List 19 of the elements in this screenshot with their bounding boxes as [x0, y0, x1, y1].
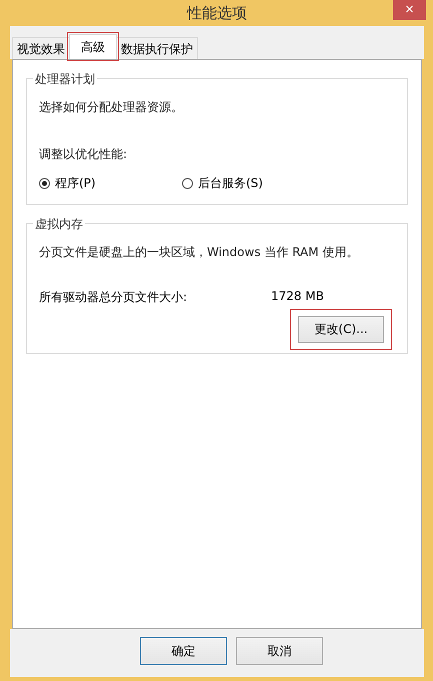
dialog-button[interactable]: 确定 — [140, 637, 227, 665]
tab[interactable]: 视觉效果 — [12, 37, 70, 59]
dialog-button[interactable]: 取消 — [236, 637, 323, 665]
radio-icon[interactable] — [182, 178, 193, 189]
close-button[interactable]: × — [393, 0, 426, 20]
description-text: 分页文件是硬盘上的一块区域，Windows 当作 RAM 使用。 — [39, 244, 360, 261]
size-value: 1728 MB — [271, 289, 324, 305]
size-label: 所有驱动器总分页文件大小: — [39, 289, 188, 306]
group-legend: 虚拟内存 — [33, 216, 85, 233]
description-text: 选择如何分配处理器资源。 — [39, 99, 184, 116]
radio-option[interactable]: 后台服务(S) — [182, 175, 325, 192]
group-legend: 处理器计划 — [33, 71, 97, 88]
change-button[interactable]: 更改(C)... — [298, 316, 384, 343]
radio-option[interactable]: 程序(P) — [39, 175, 182, 192]
tab[interactable]: 数据执行保护 — [116, 37, 198, 59]
window-title: 性能选项 — [187, 4, 247, 22]
tab[interactable]: 高级 — [69, 34, 117, 59]
adjust-label: 调整以优化性能: — [39, 146, 128, 163]
radio-icon[interactable] — [39, 178, 50, 189]
